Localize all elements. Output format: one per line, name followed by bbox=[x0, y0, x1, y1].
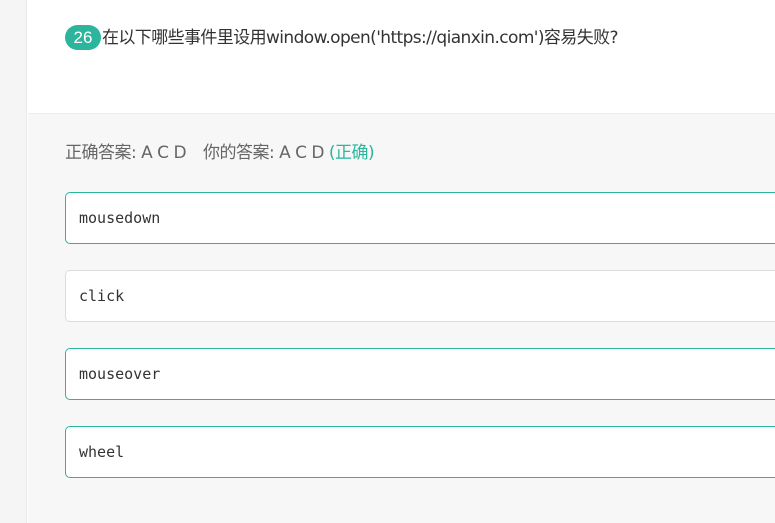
answer-status: (正确) bbox=[328, 143, 375, 163]
left-sidebar-strip bbox=[0, 0, 27, 523]
your-answer-label: 你的答案: bbox=[202, 143, 275, 163]
option-b-text: click bbox=[79, 287, 125, 305]
option-a[interactable]: mousedown bbox=[65, 192, 775, 244]
option-c[interactable]: mouseover bbox=[65, 348, 775, 400]
option-b[interactable]: click bbox=[65, 270, 775, 322]
option-c-text: mouseover bbox=[79, 365, 161, 383]
option-a-text: mousedown bbox=[79, 209, 161, 227]
question-text: 在以下哪些事件里设用window.open('https://qianxin.c… bbox=[102, 28, 619, 48]
option-d-text: wheel bbox=[79, 443, 125, 461]
option-d[interactable]: wheel bbox=[65, 426, 775, 478]
answer-area: 正确答案: A C D 你的答案: A C D (正确) mousedown c… bbox=[28, 114, 775, 523]
question-header: 26 在以下哪些事件里设用window.open('https://qianxi… bbox=[28, 0, 775, 114]
question-number-badge: 26 bbox=[65, 25, 101, 50]
your-answer-value: A C D bbox=[279, 143, 324, 163]
answer-result-line: 正确答案: A C D 你的答案: A C D (正确) bbox=[65, 141, 375, 165]
correct-answer-value: A C D bbox=[141, 143, 187, 163]
correct-answer-label: 正确答案: bbox=[65, 143, 137, 163]
